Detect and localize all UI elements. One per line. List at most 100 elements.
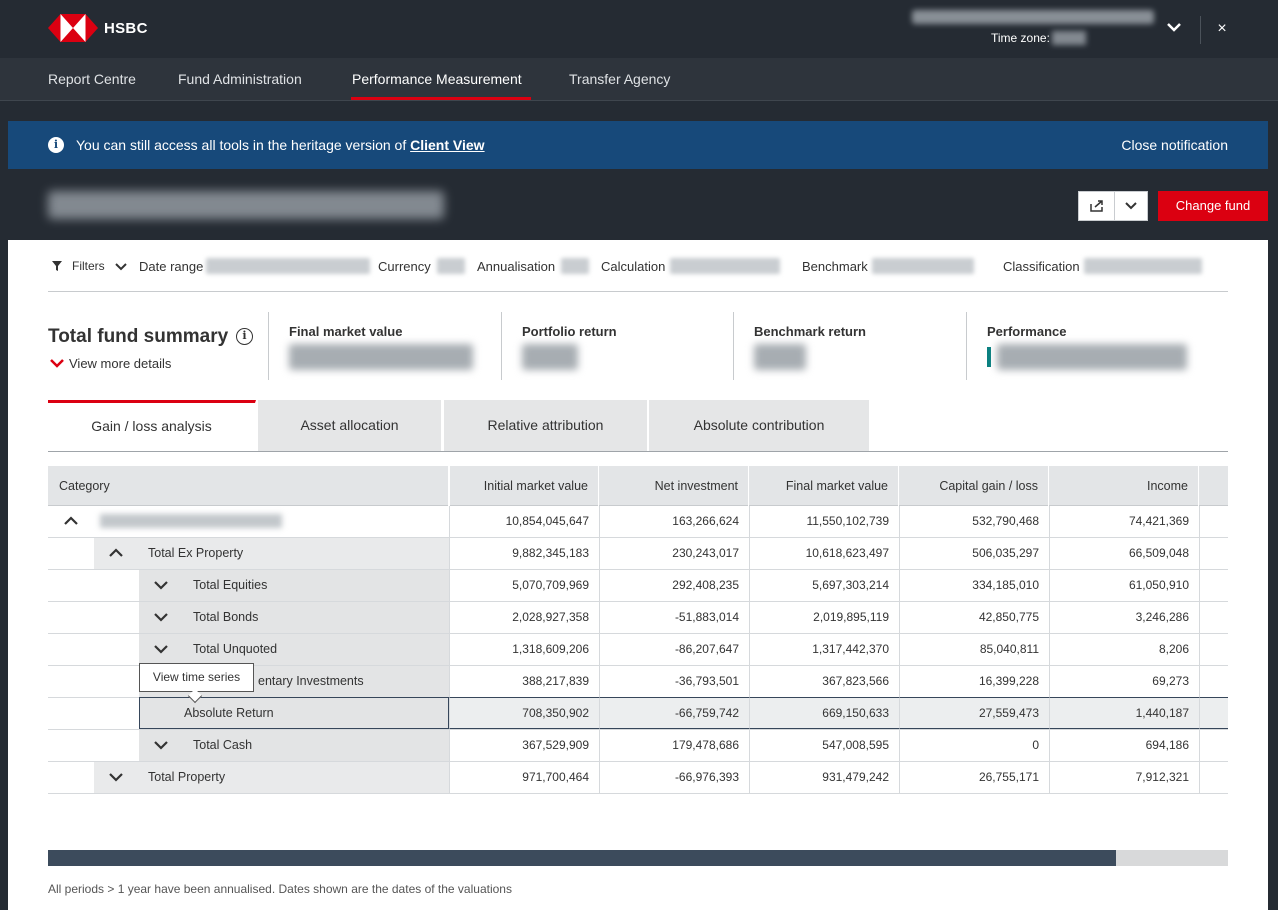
header-divider — [1200, 16, 1201, 44]
nav-item-transfer-agency[interactable]: Transfer Agency — [569, 71, 670, 87]
close-icon[interactable]: × — [1213, 20, 1231, 38]
column-header-net-investment[interactable]: Net investment — [599, 466, 749, 506]
column-header-category[interactable]: Category — [48, 466, 449, 506]
table-cell: 5,070,709,969 — [449, 570, 599, 601]
footnote: All periods > 1 year have been annualise… — [48, 882, 512, 896]
table-cell: 11,550,102,739 — [749, 506, 899, 537]
row-label: Absolute Return — [184, 706, 274, 720]
kpi-label: Benchmark return — [754, 324, 866, 339]
change-fund-button[interactable]: Change fund — [1158, 191, 1268, 221]
table-cell: 69,273 — [1049, 666, 1199, 697]
view-time-series-tooltip[interactable]: View time series — [139, 663, 254, 704]
chevron-down-icon[interactable] — [50, 358, 64, 368]
table-cell: 74,421,369 — [1049, 506, 1199, 537]
table-cell: 9,882,345,183 — [449, 538, 599, 569]
table-cell: 1,317,442,370 — [749, 634, 899, 665]
classification-value-redacted[interactable] — [1084, 258, 1202, 274]
table-cell: 292,408,235 — [599, 570, 749, 601]
column-header-income[interactable]: Income — [1049, 466, 1199, 506]
share-icon[interactable] — [1089, 199, 1105, 213]
account-chevron-down-icon[interactable] — [1164, 17, 1184, 37]
date-range-value-redacted[interactable] — [206, 258, 370, 274]
chevron-down-icon[interactable] — [109, 772, 123, 782]
table-row[interactable]: Absolute Return 708,350,902 -66,759,742 669… — [48, 697, 1228, 730]
table-cell: 10,854,045,647 — [449, 506, 599, 537]
calculation-value-redacted[interactable] — [670, 258, 780, 274]
table-cell: 367,529,909 — [449, 730, 599, 761]
table-row[interactable]: Total Bonds 2,028,927,358 -51,883,014 2,019… — [48, 602, 1228, 634]
export-button-group[interactable] — [1078, 191, 1148, 221]
nav-item-fund-administration[interactable]: Fund Administration — [178, 71, 302, 87]
info-icon: i — [48, 137, 64, 153]
filter-funnel-icon[interactable] — [52, 261, 62, 271]
user-name-redacted — [912, 10, 1154, 24]
table-cell: 506,035,297 — [899, 538, 1049, 569]
analysis-tabs: Gain / loss analysis Asset allocation Re… — [48, 400, 1228, 452]
export-chevron-down-icon[interactable] — [1123, 199, 1139, 213]
client-view-link[interactable]: Client View — [410, 137, 484, 153]
category-cell — [139, 602, 449, 633]
chevron-down-icon[interactable] — [154, 644, 168, 654]
tab-relative-attribution[interactable]: Relative attribution — [444, 400, 648, 451]
calculation-label: Calculation — [601, 259, 666, 274]
chevron-down-icon[interactable] — [154, 612, 168, 622]
kpi-label: Final market value — [289, 324, 403, 339]
notification-message: You can still access all tools in the he… — [76, 137, 485, 153]
table-row[interactable]: 10,854,045,647 163,266,624 11,550,102,739 5… — [48, 506, 1228, 538]
table-cell: 85,040,811 — [899, 634, 1049, 665]
chevron-up-icon[interactable] — [109, 548, 123, 558]
table-cell: 1,318,609,206 — [449, 634, 599, 665]
table-row[interactable]: Total Cash 367,529,909 179,478,686 547,008,… — [48, 730, 1228, 762]
kpi-label: Portfolio return — [522, 324, 617, 339]
table-row[interactable]: Total Equities 5,070,709,969 292,408,235 5,… — [48, 570, 1228, 602]
info-icon[interactable]: i — [236, 328, 253, 345]
tab-gain-loss-analysis[interactable]: Gain / loss analysis — [48, 400, 256, 451]
date-range-label: Date range — [139, 259, 204, 274]
column-header-final-market-value[interactable]: Final market value — [749, 466, 899, 506]
fund-summary: Total fund summary i View more details F… — [48, 312, 1228, 382]
table-cell: 8,206 — [1049, 634, 1199, 665]
table-cell: 3,246,286 — [1049, 602, 1199, 633]
table-cell-overflow — [1199, 730, 1228, 761]
tab-asset-allocation[interactable]: Asset allocation — [258, 400, 442, 451]
table-cell: 179,478,686 — [599, 730, 749, 761]
tab-absolute-contribution[interactable]: Absolute contribution — [649, 400, 870, 451]
kpi-benchmark-return: Benchmark return — [733, 312, 966, 380]
table-cell: 230,243,017 — [599, 538, 749, 569]
hsbc-logo[interactable]: HSBC — [48, 14, 148, 42]
close-notification-button[interactable]: Close notification — [1121, 137, 1228, 153]
currency-value-redacted[interactable] — [437, 258, 465, 274]
benchmark-label: Benchmark — [802, 259, 868, 274]
nav-item-report-centre[interactable]: Report Centre — [48, 71, 136, 87]
table-cell-overflow — [1199, 697, 1228, 729]
table-cell: 669,150,633 — [749, 697, 899, 729]
filters-chevron-down-icon[interactable] — [115, 262, 127, 271]
row-label: Total Unquoted — [193, 642, 278, 656]
report-panel: Filters Date range Currency Annualisatio… — [8, 240, 1268, 910]
table-row[interactable]: Total Ex Property 9,882,345,183 230,243,01… — [48, 538, 1228, 570]
view-more-details-link[interactable]: View more details — [69, 356, 171, 371]
filters-toggle[interactable]: Filters — [72, 259, 105, 273]
annualisation-value-redacted[interactable] — [561, 258, 589, 274]
table-cell-overflow — [1199, 666, 1228, 697]
benchmark-value-redacted[interactable] — [872, 258, 974, 274]
chevron-down-icon[interactable] — [154, 580, 168, 590]
table-cell: 2,028,927,358 — [449, 602, 599, 633]
table-cell-overflow — [1199, 570, 1228, 601]
table-cell: 5,697,303,214 — [749, 570, 899, 601]
table-cell: 971,700,464 — [449, 762, 599, 793]
table-row[interactable]: Total Property 971,700,464 -66,976,393 931,… — [48, 762, 1228, 794]
table-cell-overflow — [1199, 506, 1228, 537]
nav-item-performance-measurement[interactable]: Performance Measurement — [352, 71, 522, 87]
table-cell: 2,019,895,119 — [749, 602, 899, 633]
horizontal-scrollbar[interactable] — [48, 850, 1228, 866]
chevron-up-icon[interactable] — [64, 516, 78, 526]
category-cell — [139, 730, 449, 761]
scrollbar-thumb[interactable] — [48, 850, 1116, 866]
table-row[interactable]: Total Unquoted 1,318,609,206 -86,207,647 1,… — [48, 634, 1228, 666]
chevron-down-icon[interactable] — [154, 740, 168, 750]
column-header-initial-market-value[interactable]: Initial market value — [449, 466, 599, 506]
table-cell-overflow — [1199, 762, 1228, 793]
column-header-capital-gain-loss[interactable]: Capital gain / loss — [899, 466, 1049, 506]
table-cell: 10,618,623,497 — [749, 538, 899, 569]
